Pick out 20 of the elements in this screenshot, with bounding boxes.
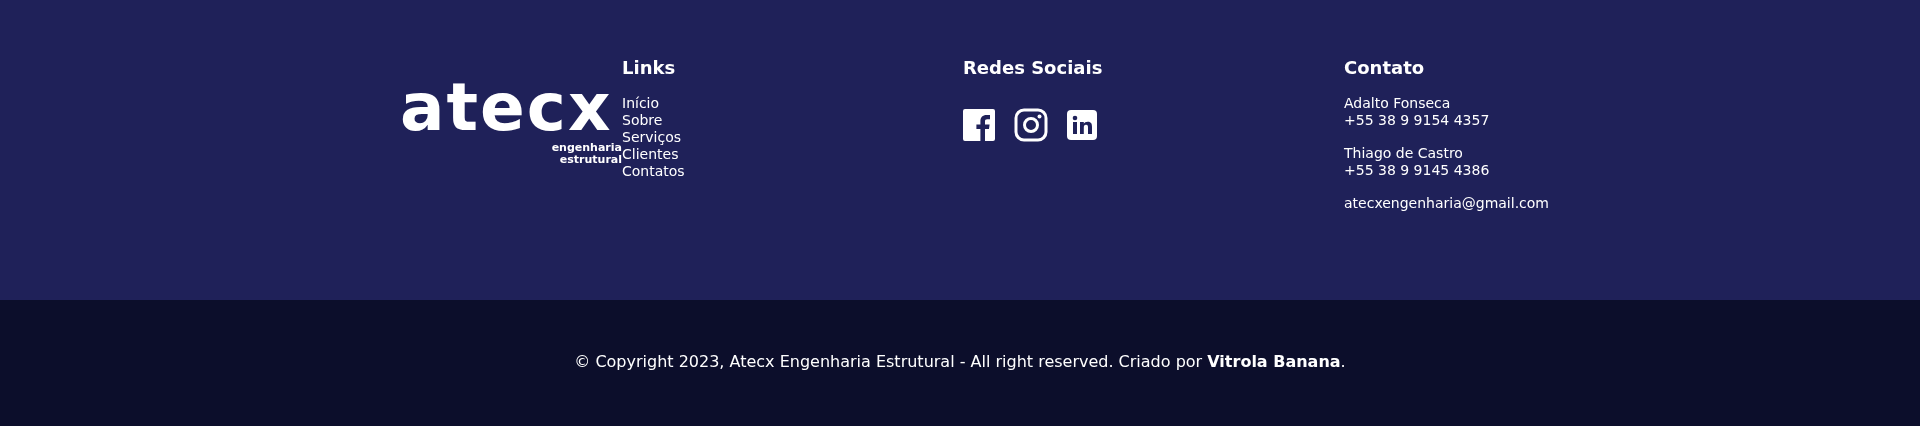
logo-tagline: estrutural	[559, 154, 622, 166]
footer-link[interactable]: Sobre	[622, 112, 663, 129]
contact-text: +55 38 9 9145 4386	[1344, 162, 1491, 179]
facebook-icon[interactable]	[963, 109, 995, 141]
footer-link[interactable]: Clientes	[622, 146, 679, 163]
column-heading: Redes Sociais	[963, 56, 1104, 80]
column-heading: Contato	[1344, 56, 1426, 80]
linkedin-icon[interactable]	[1067, 110, 1097, 140]
column-heading: Links	[622, 56, 677, 80]
instagram-icon[interactable]	[1014, 108, 1048, 142]
contact-text: +55 38 9 9154 4357	[1344, 112, 1491, 129]
logo-wordmark: atecx	[400, 80, 613, 136]
contact-text: Thiago de Castro	[1344, 145, 1464, 162]
footer-link[interactable]: Início	[622, 95, 660, 112]
logo-tagline: engenharia	[551, 142, 622, 154]
contact-text: atecxengenharia@gmail.com	[1344, 195, 1549, 212]
footer-link[interactable]: Contatos	[622, 163, 685, 180]
contact-text: Adalto Fonseca	[1344, 95, 1452, 112]
footer-link[interactable]: Serviços	[622, 129, 681, 146]
copyright-text: © Copyright 2023, Atecx Engenharia Estrutural - All right reserved. Criado por Vitrola Banana.	[574, 351, 1346, 373]
